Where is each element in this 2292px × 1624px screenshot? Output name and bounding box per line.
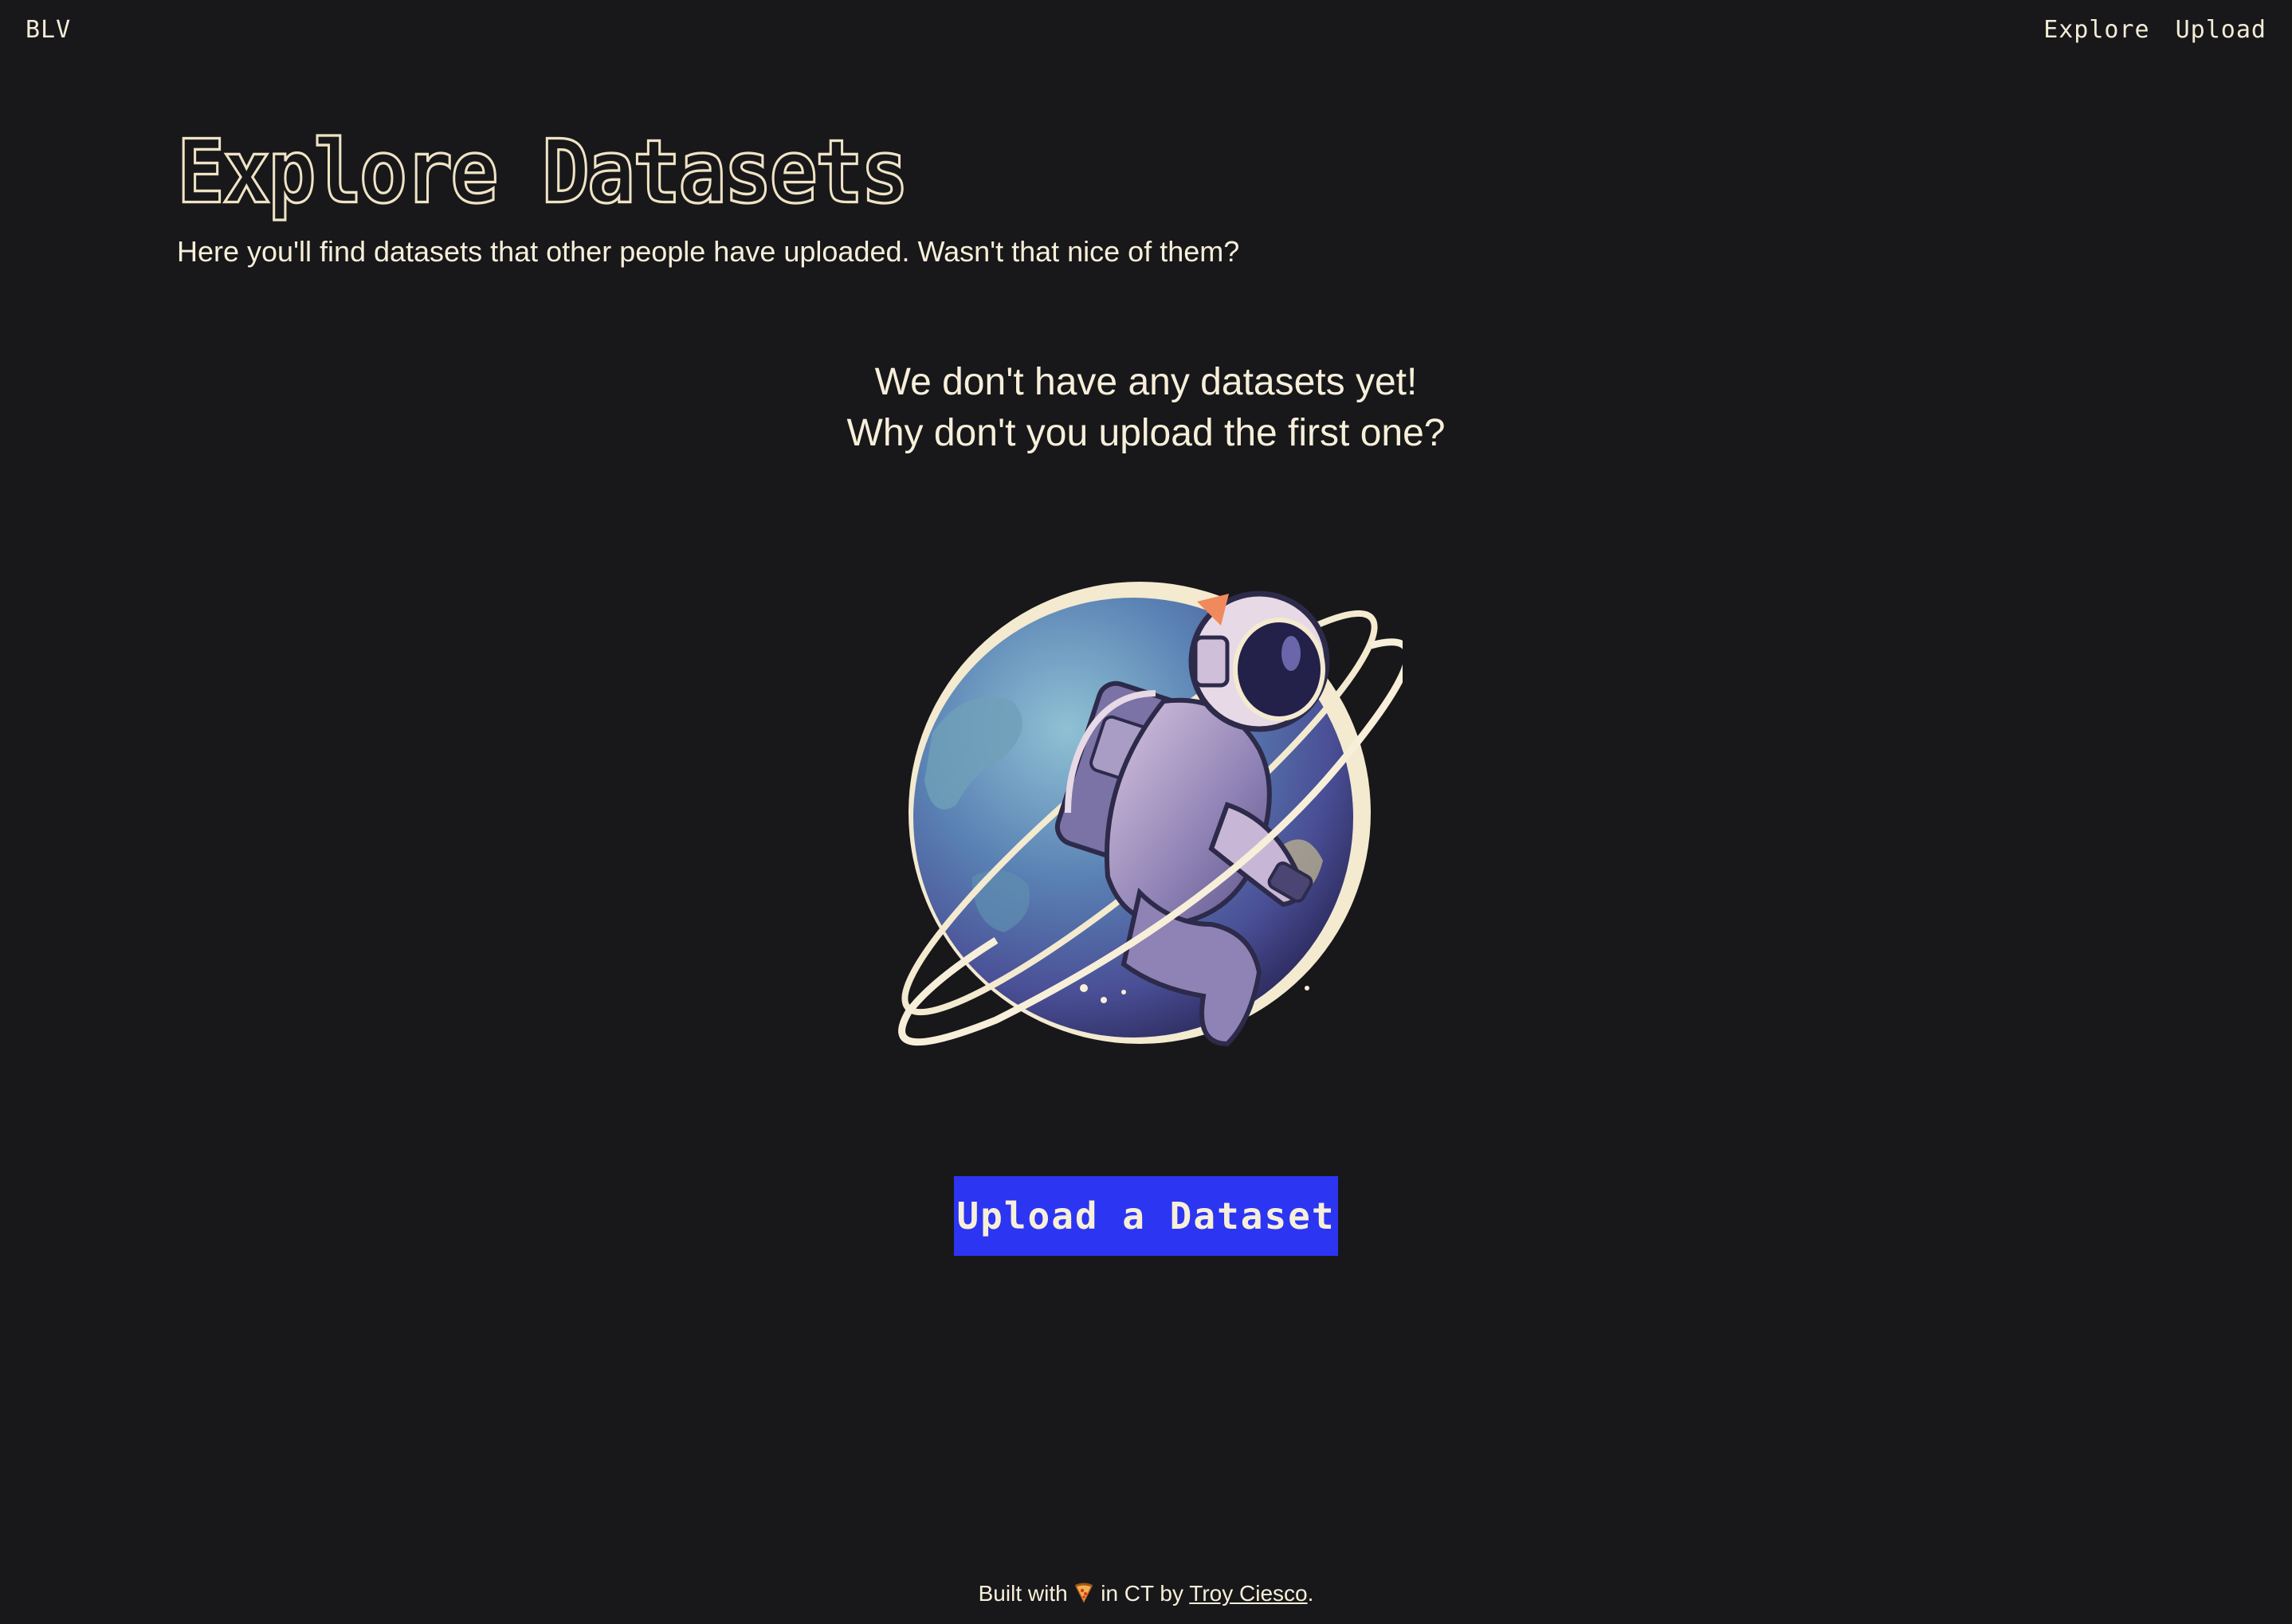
upload-dataset-button[interactable]: Upload a Dataset (954, 1176, 1338, 1256)
nav-link-upload[interactable]: Upload (2176, 16, 2266, 44)
top-nav: BLV Explore Upload (0, 0, 2292, 64)
astronaut-planet-illustration (898, 582, 1403, 1047)
empty-state-message: We don't have any datasets yet! Why don'… (0, 357, 2292, 459)
page-description: Here you'll find datasets that other peo… (177, 235, 1240, 268)
page-title: Explore Datasets (175, 119, 909, 224)
empty-state-line-2: Why don't you upload the first one? (846, 412, 1446, 454)
empty-state-line-1: We don't have any datasets yet! (874, 361, 1418, 403)
author-link[interactable]: Troy Ciesco (1189, 1581, 1307, 1606)
nav-links: Explore Upload (2043, 16, 2266, 44)
pizza-icon (1075, 1583, 1093, 1603)
brand-logo-link[interactable]: BLV (26, 16, 71, 44)
nav-link-explore[interactable]: Explore (2043, 16, 2149, 44)
footer: Built with in CT by Troy Ciesco. (0, 1575, 2292, 1613)
footer-suffix: . (1307, 1581, 1314, 1606)
footer-prefix: Built with (978, 1581, 1068, 1606)
footer-middle: in CT by (1101, 1581, 1183, 1606)
